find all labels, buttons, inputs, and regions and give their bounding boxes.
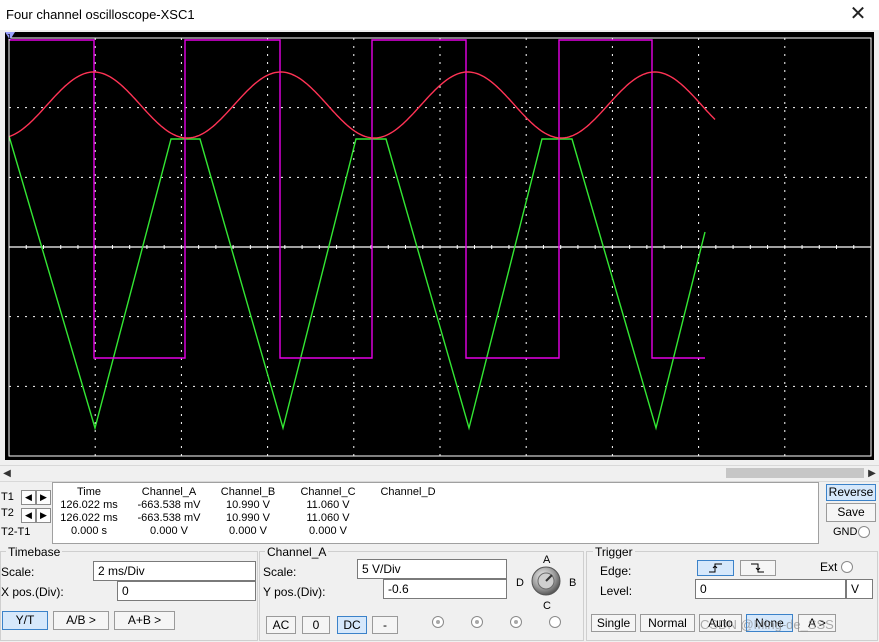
knob-label-b: B xyxy=(569,577,577,589)
edge-rising-button[interactable] xyxy=(697,560,734,576)
coupling-ac-button[interactable]: AC xyxy=(266,616,296,634)
coupling-minus-button[interactable]: - xyxy=(372,616,398,634)
trigger-level-label: Level: xyxy=(600,584,633,598)
y-position-input[interactable]: -0.6 xyxy=(383,579,507,599)
terminal-d[interactable] xyxy=(549,616,561,628)
terminal-a[interactable] xyxy=(432,616,444,628)
waveform-display: 1 xyxy=(5,32,872,457)
header-channel-c: Channel_C xyxy=(300,486,356,498)
header-channel-b: Channel_B xyxy=(220,486,276,498)
center-axis xyxy=(8,245,871,249)
window-title: Four channel oscilloscope-XSC1 xyxy=(6,7,195,22)
table-cell: 10.990 V xyxy=(225,499,271,511)
t2-label: T2 xyxy=(1,507,14,519)
header-time: Time xyxy=(76,486,102,498)
scroll-right-icon[interactable]: ▶ xyxy=(865,466,879,481)
close-icon[interactable]: ✕ xyxy=(845,2,871,28)
scrollbar-thumb[interactable] xyxy=(726,468,864,478)
table-cell: 0.000 V xyxy=(150,525,188,537)
knob-label-c: C xyxy=(543,600,551,612)
coupling-zero-button[interactable]: 0 xyxy=(302,616,330,634)
trigger-level-input[interactable]: 0 xyxy=(695,579,846,599)
cursor-t1-label: 1 xyxy=(7,33,11,41)
gnd-label: GND xyxy=(833,526,858,538)
header-channel-a: Channel_A xyxy=(141,486,197,498)
trigger-level-unit[interactable]: V xyxy=(846,579,873,599)
table-cell: 0.000 s xyxy=(70,525,108,537)
x-position-label: X pos.(Div): xyxy=(1,585,64,599)
channel-selector-knob-icon[interactable] xyxy=(530,565,562,597)
falling-edge-icon xyxy=(751,563,764,573)
channel-title: Channel_A xyxy=(265,545,329,559)
oscilloscope-screen[interactable]: 1 xyxy=(5,32,874,460)
table-cell: 126.022 ms xyxy=(60,512,118,524)
table-cell: -663.538 mV xyxy=(137,512,201,524)
table-cell: 0.000 V xyxy=(309,525,347,537)
t1-right-arrow-icon[interactable]: ▶ xyxy=(36,490,51,505)
horizontal-scrollbar[interactable]: ◀ ▶ xyxy=(0,465,879,482)
timebase-title: Timebase xyxy=(6,545,63,559)
channel-b-trace xyxy=(8,135,706,431)
save-button[interactable]: Save xyxy=(826,503,876,522)
trigger-normal-button[interactable]: Normal xyxy=(640,614,695,632)
t2-t1-label: T2-T1 xyxy=(1,526,31,538)
header-channel-d: Channel_D xyxy=(380,486,436,498)
mode-aplusb-button[interactable]: A+B > xyxy=(114,611,175,630)
table-cell: 10.990 V xyxy=(225,512,271,524)
y-position-label: Y pos.(Div): xyxy=(263,585,326,599)
x-position-input[interactable]: 0 xyxy=(117,581,256,601)
trigger-edge-label: Edge: xyxy=(600,564,632,578)
reverse-button[interactable]: Reverse xyxy=(826,484,876,501)
knob-label-d: D xyxy=(516,577,524,589)
channel-c-trace xyxy=(9,39,705,359)
terminal-c[interactable] xyxy=(510,616,522,628)
mode-ab-button[interactable]: A/B > xyxy=(53,611,109,630)
table-cell: -663.538 mV xyxy=(137,499,201,511)
edge-falling-button[interactable] xyxy=(740,560,776,576)
t2-left-arrow-icon[interactable]: ◀ xyxy=(21,508,36,523)
channel-scale-label: Scale: xyxy=(263,565,297,579)
trigger-title: Trigger xyxy=(593,545,635,559)
t2-right-arrow-icon[interactable]: ▶ xyxy=(36,508,51,523)
title-bar: Four channel oscilloscope-XSC1 ✕ xyxy=(0,0,879,30)
mode-yt-button[interactable]: Y/T xyxy=(2,611,48,630)
terminal-b[interactable] xyxy=(471,616,483,628)
t1-label: T1 xyxy=(1,491,14,503)
table-cell: 0.000 V xyxy=(229,525,267,537)
rising-edge-icon xyxy=(709,563,722,573)
table-cell: 11.060 V xyxy=(306,499,350,511)
coupling-dc-button[interactable]: DC xyxy=(337,616,367,634)
watermark-text: CSDN @Ming-de_SSS xyxy=(700,617,834,632)
channel-scale-input[interactable]: 5 V/Div xyxy=(357,559,507,579)
scroll-left-icon[interactable]: ◀ xyxy=(0,466,14,481)
trigger-ext-label: Ext xyxy=(820,560,838,574)
gnd-terminal[interactable] xyxy=(858,526,870,538)
trigger-single-button[interactable]: Single xyxy=(591,614,636,632)
cursor-readout-table: Time Channel_A Channel_B Channel_C Chann… xyxy=(52,482,819,544)
t1-left-arrow-icon[interactable]: ◀ xyxy=(21,490,36,505)
timebase-scale-input[interactable]: 2 ms/Div xyxy=(93,561,256,581)
table-cell: 126.022 ms xyxy=(60,499,118,511)
trigger-ext-terminal[interactable] xyxy=(841,561,853,573)
timebase-scale-label: Scale: xyxy=(1,565,35,579)
channel-a-trace xyxy=(8,71,716,139)
table-cell: 11.060 V xyxy=(306,512,350,524)
